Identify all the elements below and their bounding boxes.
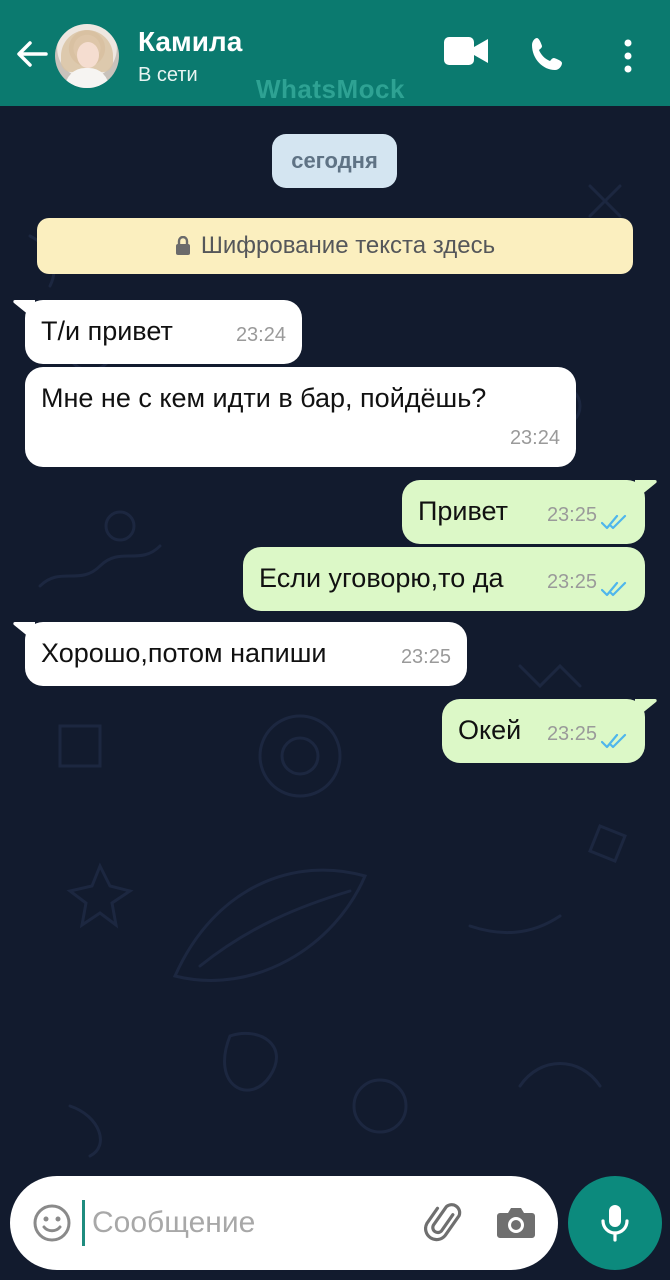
back-arrow-icon[interactable] xyxy=(14,36,50,72)
emoji-icon[interactable] xyxy=(32,1203,72,1243)
text-cursor xyxy=(82,1200,85,1246)
encryption-banner[interactable]: Шифрование текста здесь xyxy=(37,218,633,274)
video-camera-icon[interactable] xyxy=(443,34,489,68)
message-text: Т/и привет xyxy=(41,316,173,346)
double-check-icon xyxy=(601,514,627,530)
message-bubble-incoming[interactable]: Хорошо,потом напиши 23:25 xyxy=(13,622,467,686)
microphone-icon xyxy=(601,1205,629,1242)
date-chip: сегодня xyxy=(272,134,397,188)
message-text: Окей xyxy=(458,715,522,745)
message-text: Хорошо,потом напиши xyxy=(41,638,327,668)
message-bubble-outgoing[interactable]: Привет 23:25 xyxy=(402,480,657,544)
message-time: 23:24 xyxy=(235,324,286,346)
more-vertical-icon[interactable] xyxy=(620,38,636,74)
lock-icon xyxy=(175,236,190,255)
bubble-tail xyxy=(13,622,35,642)
message-text: Привет xyxy=(418,496,509,526)
message-bubble-incoming[interactable]: Мне не с кем идти в бар, пойдёшь? 23:24 xyxy=(25,367,576,467)
message-bubble-outgoing[interactable]: Если уговорю,то да 23:25 xyxy=(243,547,645,611)
message-composer xyxy=(10,1176,558,1270)
contact-status: В сети xyxy=(138,64,198,86)
bubble-tail xyxy=(13,300,35,320)
message-bubble-outgoing[interactable]: Окей 23:25 xyxy=(442,699,657,763)
message-input[interactable] xyxy=(92,1196,412,1250)
message-time: 23:25 xyxy=(546,723,597,745)
mic-button[interactable] xyxy=(568,1176,662,1270)
message-time: 23:24 xyxy=(509,427,560,449)
paperclip-icon[interactable] xyxy=(424,1200,468,1244)
double-check-icon xyxy=(601,581,627,597)
contact-avatar[interactable] xyxy=(55,24,119,88)
camera-icon[interactable] xyxy=(496,1204,536,1240)
message-text: Мне не с кем идти в бар, пойдёшь? xyxy=(41,383,487,413)
encryption-text: Шифрование текста здесь xyxy=(200,232,496,259)
message-bubble-incoming[interactable]: Т/и привет 23:24 xyxy=(13,300,302,364)
message-time: 23:25 xyxy=(546,504,597,526)
bubble-tail xyxy=(635,699,657,719)
phone-icon[interactable] xyxy=(528,36,566,74)
watermark: WhatsMock xyxy=(256,74,405,104)
chat-header: Камила В сети WhatsMock xyxy=(0,0,670,106)
message-time: 23:25 xyxy=(400,646,451,668)
double-check-icon xyxy=(601,733,627,749)
message-time: 23:25 xyxy=(546,571,597,593)
bubble-tail xyxy=(635,480,657,500)
contact-name[interactable]: Камила xyxy=(138,26,242,58)
message-text: Если уговорю,то да xyxy=(259,563,504,593)
